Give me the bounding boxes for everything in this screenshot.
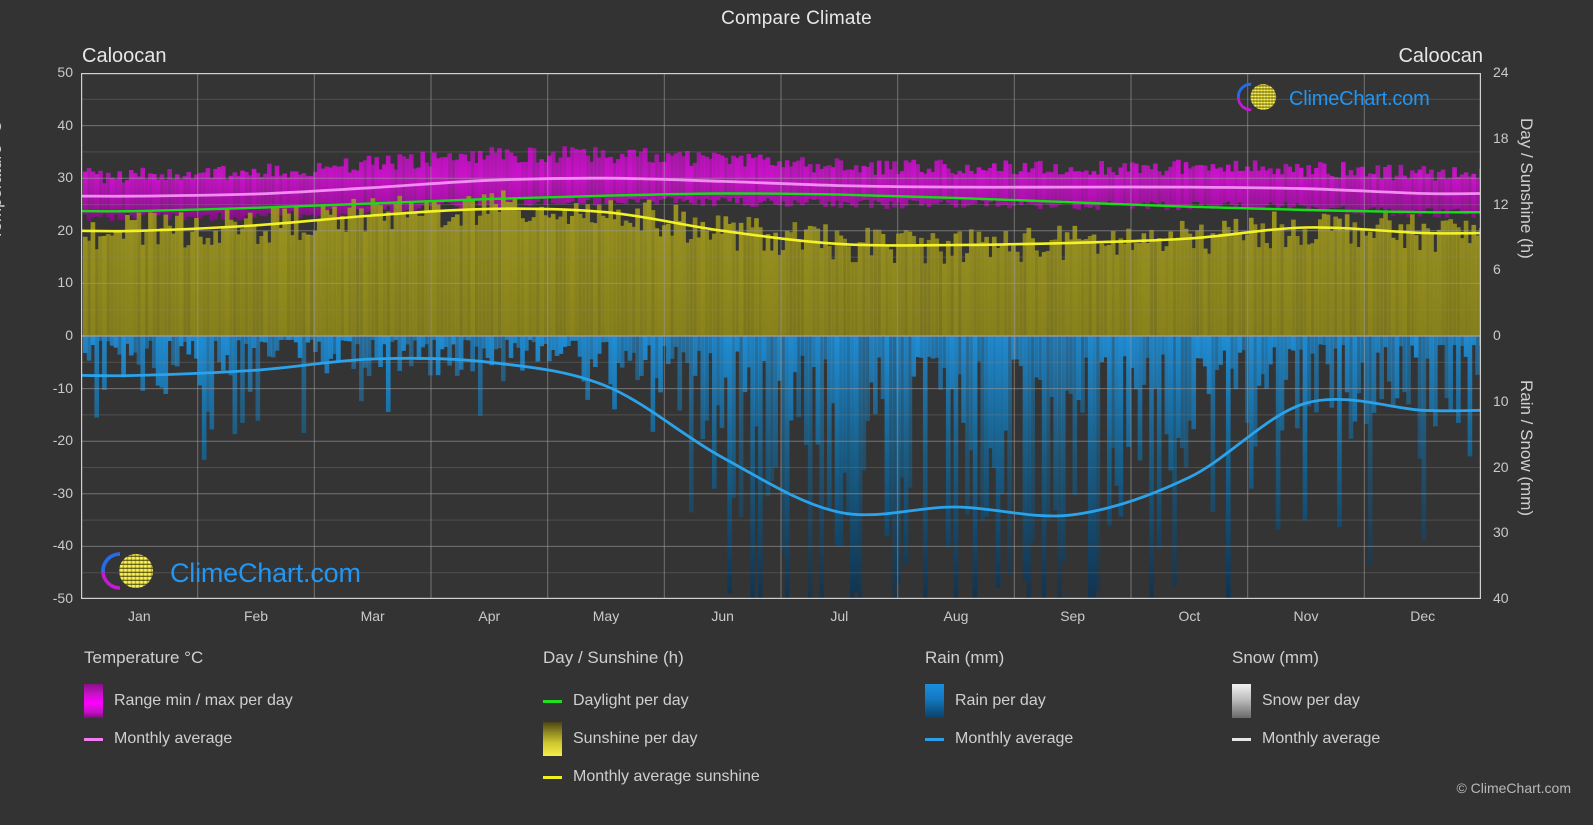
x-tick-mar: Mar: [360, 608, 385, 624]
x-tick-may: May: [592, 608, 620, 624]
x-tick-jul: Jul: [830, 608, 849, 624]
x-tick-jan: Jan: [128, 608, 151, 624]
y-tick-left: 0: [65, 327, 73, 343]
legend-group-heading: Snow (mm): [1232, 648, 1319, 667]
y-tick-left: 10: [57, 274, 73, 291]
legend-item[interactable]: Range min / max per day: [84, 682, 293, 720]
y-tick-right-top: 24: [1493, 64, 1509, 80]
climechart-logo-large: ClimeChart.com: [96, 549, 361, 598]
chart-legend: Temperature °C Range min / max per day Mon…: [0, 648, 1593, 818]
y-tick-left: 20: [57, 221, 73, 238]
y-tick-right-bottom: 10: [1493, 392, 1509, 409]
legend-group-heading: Day / Sunshine (h): [543, 648, 684, 667]
legend-item[interactable]: Monthly average: [1232, 720, 1380, 758]
x-tick-jun: Jun: [711, 608, 734, 624]
climate-chart: Compare Climate Caloocan Caloocan Temper…: [0, 0, 1593, 825]
legend-item[interactable]: Sunshine per day: [543, 720, 760, 758]
y-tick-right-top: 12: [1493, 195, 1509, 212]
climechart-globe-icon: [96, 549, 162, 598]
x-tick-apr: Apr: [478, 608, 501, 624]
legend-group-2: Rain (mm) Rain per day Monthly average: [925, 648, 1073, 758]
y-tick-left: 50: [57, 64, 73, 80]
legend-line-icon: [543, 775, 562, 779]
y-tick-left: -50: [52, 590, 73, 606]
sunshine-band: [82, 190, 1481, 336]
legend-group-3: Snow (mm) Snow per day Monthly average: [1232, 648, 1380, 758]
y-tick-right-bottom: 40: [1493, 590, 1509, 606]
legend-line-icon: [543, 699, 562, 703]
y-tick-left: -10: [52, 379, 73, 396]
legend-item[interactable]: Monthly average sunshine: [543, 758, 760, 796]
legend-swatch-icon: [925, 684, 944, 718]
legend-item-label: Monthly average: [955, 730, 1074, 747]
city-label-right: Caloocan: [1398, 45, 1483, 67]
x-tick-aug: Aug: [943, 608, 969, 624]
x-tick-nov: Nov: [1293, 608, 1319, 624]
legend-swatch-icon: [543, 722, 562, 756]
gridlines: [81, 73, 1481, 599]
legend-line-icon: [1232, 737, 1251, 741]
legend-item[interactable]: Monthly average: [925, 720, 1073, 758]
y-axis-title-left: Temperature °C: [0, 120, 5, 240]
page-title: Compare Climate: [721, 8, 872, 29]
y-tick-right-top: 0: [1493, 327, 1501, 343]
legend-group-heading: Temperature °C: [84, 648, 204, 667]
x-tick-dec: Dec: [1410, 608, 1436, 624]
legend-item-label: Rain per day: [955, 692, 1046, 709]
legend-item[interactable]: Monthly average: [84, 720, 293, 758]
legend-item-label: Snow per day: [1262, 692, 1360, 709]
climechart-logo-small: ClimeChart.com: [1233, 80, 1430, 119]
legend-group-0: Temperature °C Range min / max per day Mon…: [84, 648, 293, 758]
x-tick-feb: Feb: [243, 608, 269, 624]
legend-swatch-icon: [84, 684, 103, 718]
y-tick-left: 40: [57, 116, 73, 133]
climechart-globe-icon-small: [1233, 80, 1283, 119]
y-tick-right-top: 18: [1493, 129, 1509, 146]
y-tick-left: -30: [52, 484, 73, 501]
legend-group-1: Day / Sunshine (h) Daylight per day Sunshi…: [543, 648, 760, 796]
legend-item-label: Sunshine per day: [573, 730, 698, 747]
legend-item-label: Monthly average: [1262, 730, 1381, 747]
y-tick-left: 30: [57, 169, 73, 186]
legend-line-icon: [925, 737, 944, 741]
legend-item[interactable]: Rain per day: [925, 682, 1073, 720]
legend-item[interactable]: Snow per day: [1232, 682, 1380, 720]
x-tick-sep: Sep: [1060, 608, 1086, 624]
plot-area: [81, 73, 1481, 599]
y-tick-left: -40: [52, 537, 73, 554]
y-tick-right-top: 6: [1493, 261, 1501, 278]
y-tick-right-bottom: 20: [1493, 458, 1509, 475]
legend-item[interactable]: Daylight per day: [543, 682, 760, 720]
copyright-text: © ClimeChart.com: [1456, 780, 1571, 796]
y-tick-left: -20: [52, 432, 73, 449]
legend-line-icon: [84, 737, 103, 741]
legend-item-label: Monthly average sunshine: [573, 768, 760, 785]
legend-item-label: Monthly average: [114, 730, 233, 747]
city-label-left: Caloocan: [82, 45, 167, 67]
climechart-logo-text-small: ClimeChart.com: [1289, 88, 1430, 110]
legend-group-heading: Rain (mm): [925, 648, 1005, 667]
y-tick-right-bottom: 30: [1493, 524, 1509, 541]
climechart-logo-text: ClimeChart.com: [170, 558, 361, 588]
legend-swatch-icon: [1232, 684, 1251, 718]
x-tick-oct: Oct: [1178, 608, 1201, 624]
legend-item-label: Daylight per day: [573, 692, 689, 709]
legend-item-label: Range min / max per day: [114, 692, 293, 709]
plot-canvas: [81, 73, 1481, 599]
